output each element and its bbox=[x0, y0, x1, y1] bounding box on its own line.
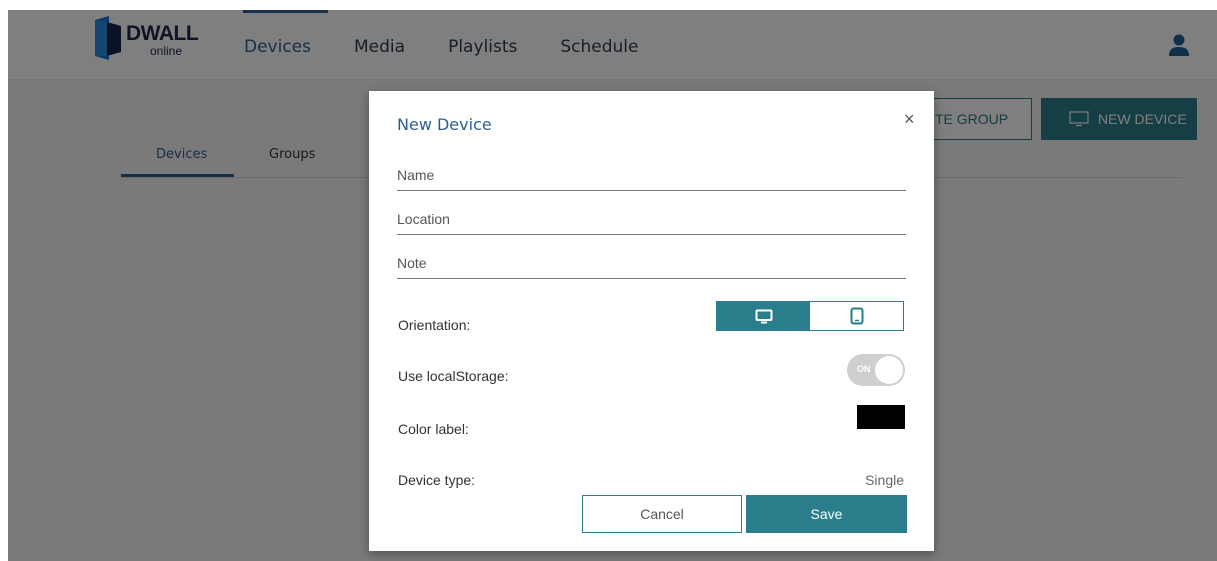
name-input[interactable] bbox=[397, 157, 906, 189]
note-input[interactable] bbox=[397, 245, 906, 277]
location-input[interactable] bbox=[397, 201, 906, 233]
device-type-value: Single bbox=[865, 472, 904, 488]
monitor-icon bbox=[755, 309, 772, 323]
orientation-landscape-button[interactable] bbox=[717, 302, 810, 330]
tablet-icon bbox=[850, 307, 863, 325]
color-label: Color label: bbox=[398, 421, 469, 437]
local-storage-label: Use localStorage: bbox=[398, 368, 509, 384]
orientation-portrait-button[interactable] bbox=[810, 302, 903, 330]
local-storage-switch[interactable]: ON bbox=[847, 354, 905, 386]
new-device-dialog: New Device × Orientation: bbox=[369, 91, 934, 551]
color-picker-swatch[interactable] bbox=[857, 405, 905, 429]
orientation-toggle bbox=[716, 301, 904, 331]
note-field-wrapper bbox=[397, 245, 906, 279]
name-field-wrapper bbox=[397, 157, 906, 191]
dialog-title: New Device bbox=[397, 115, 492, 134]
save-button[interactable]: Save bbox=[746, 495, 907, 533]
device-type-label: Device type: bbox=[398, 472, 476, 488]
close-icon[interactable]: × bbox=[904, 109, 915, 130]
cancel-button[interactable]: Cancel bbox=[582, 495, 742, 533]
orientation-label: Orientation: bbox=[398, 317, 471, 333]
app-frame: DWALL online Devices Media Playlists Sch… bbox=[8, 10, 1217, 561]
switch-knob bbox=[875, 356, 903, 384]
location-field-wrapper bbox=[397, 201, 906, 235]
switch-state-text: ON bbox=[857, 364, 871, 374]
